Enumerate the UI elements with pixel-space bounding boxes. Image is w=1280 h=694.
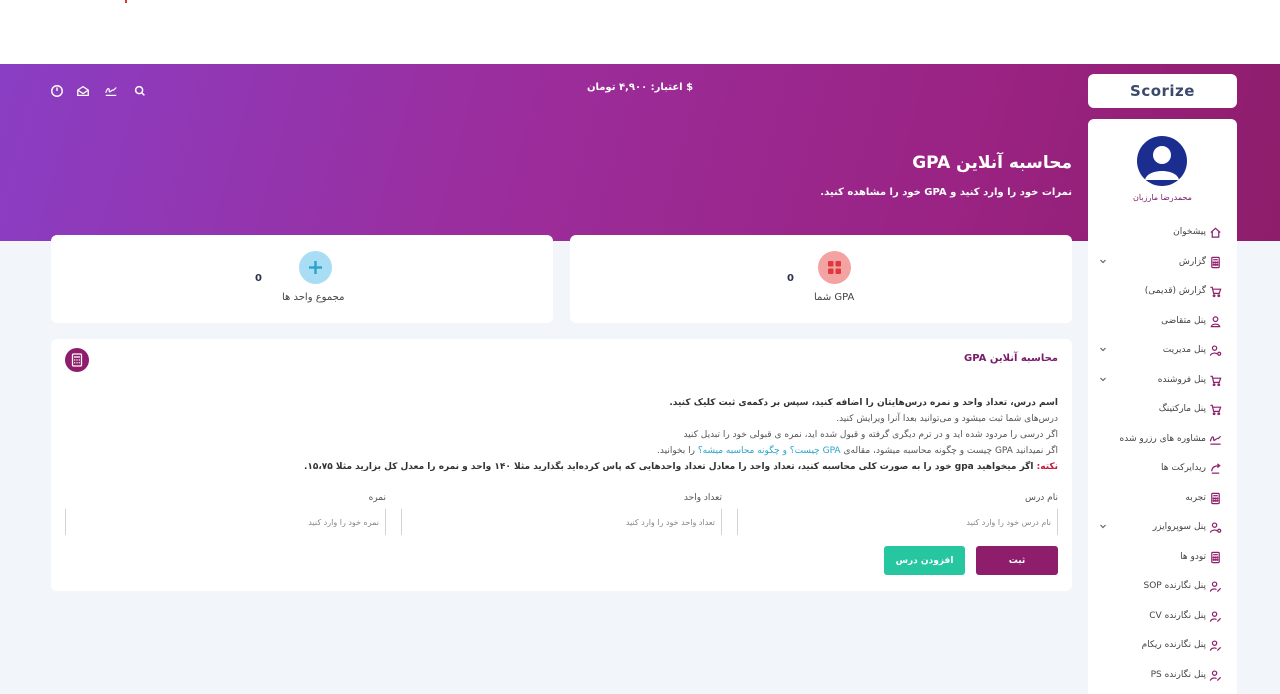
sidebar-item-label: پنل متقاضی — [1161, 315, 1206, 326]
user-gear-icon — [1209, 344, 1222, 357]
sidebar: محمدرضا مارزبان پیشخوان گزارش گزارش (قدیمی… — [1088, 119, 1237, 694]
instruction-line-4: اگر نمیدانید GPA چیست و چگونه محاسبه میش… — [657, 446, 1058, 456]
sidebar-item[interactable]: پنل سوپروایزر — [1088, 519, 1237, 537]
user-avatar-icon — [1145, 146, 1179, 180]
note-label: نکته: — [1036, 462, 1058, 472]
chevron-down-icon[interactable] — [1099, 345, 1107, 353]
sidebar-item[interactable]: پنل فروشنده — [1088, 372, 1237, 390]
sidebar-item[interactable]: گزارش — [1088, 254, 1237, 272]
top-mark — [125, 0, 127, 3]
user-edit-icon — [1209, 669, 1222, 682]
sidebar-item-label: تودو ها — [1180, 551, 1206, 562]
sidebar-item-label: مشاوره های رزرو شده — [1119, 433, 1206, 444]
avatar[interactable] — [1137, 136, 1187, 186]
submit-button[interactable]: ثبت — [976, 546, 1058, 575]
instruction-line-3: اگر درسی را مردود شده اید و در ترم دیگری… — [683, 430, 1058, 440]
user-edit-icon — [1209, 580, 1222, 593]
sidebar-item[interactable]: پنل نگارنده ریکام — [1088, 637, 1237, 655]
instruction-line-4-pre: اگر نمیدانید GPA چیست و چگونه محاسبه میش… — [843, 446, 1058, 456]
sidebar-item[interactable]: پنل متقاضی — [1088, 313, 1237, 331]
chevron-down-icon[interactable] — [1099, 522, 1107, 530]
grade-field-label: نمره — [368, 493, 386, 503]
home-icon — [1209, 226, 1222, 239]
course-name-label: نام درس — [1024, 493, 1058, 503]
redirect-icon — [1209, 462, 1222, 475]
calculator-icon — [1209, 256, 1222, 269]
sidebar-item-label: ریدایرکت ها — [1160, 463, 1206, 473]
user-edit-icon — [1209, 639, 1222, 652]
calculator-icon — [65, 348, 89, 372]
cart-icon — [1209, 285, 1222, 298]
instruction-line-4-post: را بخوانید. — [657, 446, 695, 456]
calculator-icon — [1209, 492, 1222, 505]
units-value: 0 — [255, 273, 262, 284]
sidebar-item[interactable]: پنل مارکتینگ — [1088, 401, 1237, 419]
gpa-label: GPA شما — [814, 292, 855, 303]
sidebar-item-label: گزارش — [1178, 256, 1206, 267]
sidebar-item[interactable]: پنل نگارنده SOP — [1088, 578, 1237, 596]
sidebar-item-label: پنل مدیریت — [1162, 345, 1206, 355]
sidebar-item-label: پنل نگارنده SOP — [1143, 581, 1206, 591]
units-label: مجموع واحد ها — [282, 292, 345, 303]
sidebar-item[interactable]: مشاوره های رزرو شده — [1088, 431, 1237, 449]
sidebar-item[interactable]: تودو ها — [1088, 549, 1237, 567]
sidebar-item-label: پنل نگارنده PS — [1150, 669, 1206, 680]
signature-icon — [1209, 433, 1222, 446]
units-input[interactable] — [401, 509, 722, 535]
brand-logo[interactable]: Scorize — [1088, 74, 1237, 108]
chevron-down-icon[interactable] — [1099, 257, 1107, 265]
chevron-down-icon[interactable] — [1099, 375, 1107, 383]
sidebar-item-label: پنل سوپروایزر — [1152, 522, 1206, 532]
course-name-input[interactable] — [737, 509, 1058, 535]
cart-icon — [1209, 403, 1222, 416]
grid-icon — [818, 251, 851, 284]
sidebar-item-label: پنل فروشنده — [1157, 374, 1206, 385]
sidebar-item-label: گزارش (قدیمی) — [1144, 286, 1206, 296]
page-subtitle: نمرات خود را وارد کنید و GPA خود را مشاه… — [820, 187, 1072, 198]
calculator-title: محاسبه آنلاین GPA — [964, 353, 1058, 364]
sidebar-item[interactable]: پنل نگارنده PS — [1088, 667, 1237, 685]
gpa-card: GPA شما 0 — [570, 235, 1072, 323]
gpa-calculator-card: محاسبه آنلاین GPA اسم درس، تعداد واحد و … — [51, 339, 1072, 591]
sidebar-item[interactable]: ریدایرکت ها — [1088, 460, 1237, 478]
search-icon[interactable] — [133, 84, 147, 98]
grade-input[interactable] — [65, 509, 386, 535]
add-course-button[interactable]: افزودن درس — [884, 546, 965, 575]
credit-balance: $ اعتبار: ۴,۹۰۰ تومان — [586, 82, 694, 93]
user-name: محمدرضا مارزبان — [1133, 193, 1192, 202]
sidebar-item[interactable]: گزارش (قدیمی) — [1088, 283, 1237, 301]
top-bar — [0, 0, 1280, 64]
gpa-article-link[interactable]: GPA چیست؟ و چگونه محاسبه میشه؟ — [698, 446, 841, 456]
note-line: نکته: اگر میخواهید gpa خود را به صورت کل… — [304, 462, 1058, 472]
plus-icon — [299, 251, 332, 284]
units-field-label: تعداد واحد — [683, 493, 722, 503]
calculator-icon — [1209, 551, 1222, 564]
signature-icon[interactable] — [104, 84, 118, 98]
instruction-line-1: اسم درس، تعداد واحد و نمره درس‌هایتان را… — [669, 398, 1058, 408]
mail-open-icon[interactable] — [76, 84, 90, 98]
sidebar-item-label: پنل نگارنده CV — [1149, 610, 1206, 621]
instruction-line-2: درس‌های شما ثبت میشود و می‌توانید بعدا آ… — [836, 414, 1058, 424]
note-text: اگر میخواهید gpa خود را به صورت کلی محاس… — [303, 462, 1034, 472]
sidebar-item-label: تجربه — [1185, 492, 1206, 503]
user-edit-icon — [1209, 610, 1222, 623]
sidebar-item[interactable]: پنل نگارنده CV — [1088, 608, 1237, 626]
page-title: محاسبه آنلاین GPA — [912, 153, 1072, 173]
cart-icon — [1209, 374, 1222, 387]
sidebar-item[interactable]: پنل مدیریت — [1088, 342, 1237, 360]
sidebar-item-label: پیشخوان — [1173, 227, 1206, 237]
sidebar-item-label: پنل نگارنده ریکام — [1141, 640, 1206, 650]
gpa-value: 0 — [787, 273, 794, 284]
sidebar-item[interactable]: پیشخوان — [1088, 224, 1237, 242]
sidebar-item[interactable]: تجربه — [1088, 490, 1237, 508]
units-card: مجموع واحد ها 0 — [51, 235, 553, 323]
user-gear-icon — [1209, 521, 1222, 534]
user-icon — [1209, 315, 1222, 328]
sidebar-item-label: پنل مارکتینگ — [1158, 404, 1206, 414]
power-icon[interactable] — [50, 84, 64, 98]
